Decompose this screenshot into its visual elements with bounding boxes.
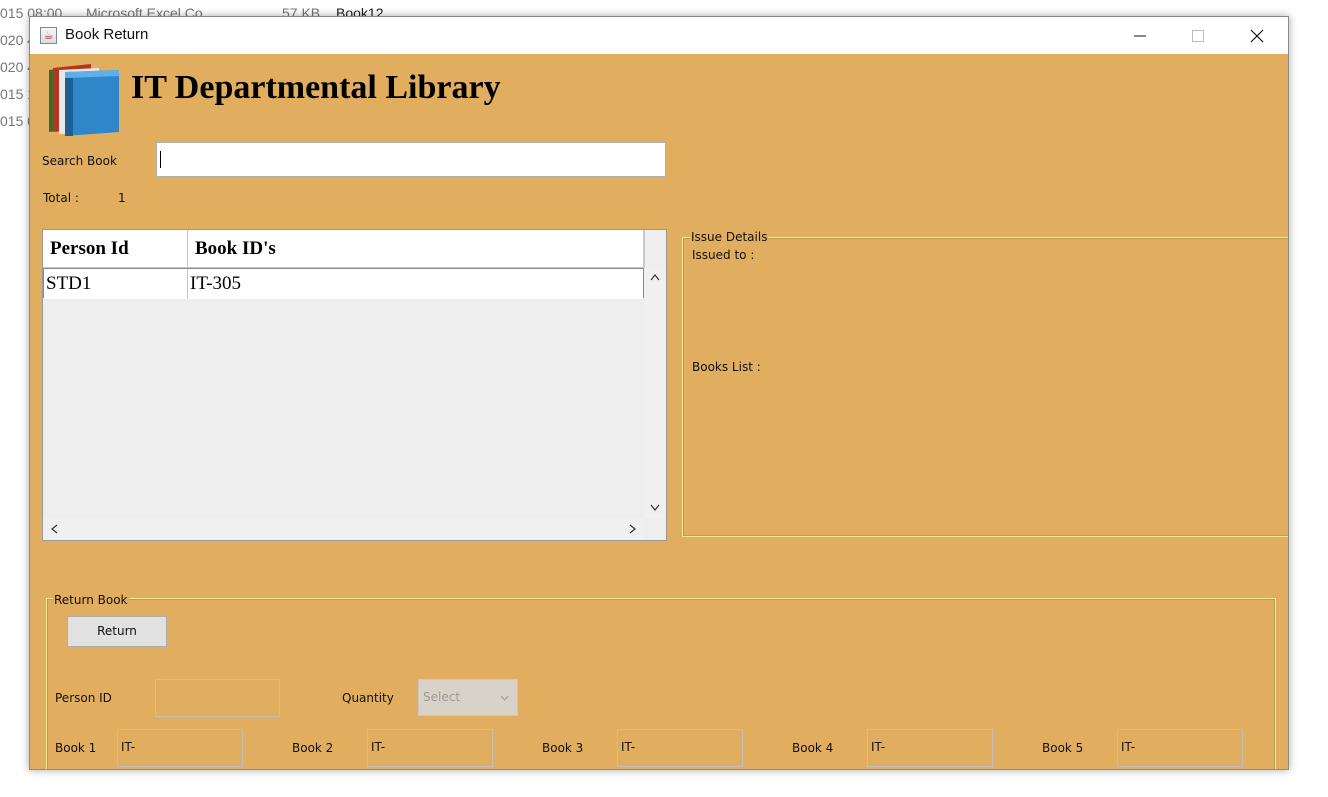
table-row[interactable]: STD1 IT-305 [43,268,644,299]
window-title: Book Return [65,26,149,43]
total-value: 1 [118,191,126,205]
maximize-button[interactable] [1169,17,1227,54]
column-header-person-id[interactable]: Person Id [43,230,188,268]
book2-label: Book 2 [292,741,334,755]
search-label: Search Book [42,154,117,168]
vertical-scrollbar[interactable] [644,268,666,518]
quantity-label: Quantity [342,691,394,705]
book5-field[interactable]: IT- [1117,729,1243,767]
horizontal-scrollbar[interactable] [43,518,644,540]
cell-book-ids[interactable]: IT-305 [188,269,643,299]
book4-label: Book 4 [792,741,834,755]
scroll-down-icon [650,504,660,511]
person-id-label: Person ID [55,691,112,705]
issue-details-panel [682,237,1288,537]
book1-label: Book 1 [55,741,97,755]
book5-label: Book 5 [1042,741,1084,755]
minimize-button[interactable] [1111,17,1169,54]
book1-field[interactable]: IT- [117,729,243,767]
quantity-select[interactable]: Select [418,679,518,716]
scroll-corner [644,518,666,540]
title-bar[interactable]: ☕ Book Return [30,17,1288,54]
scroll-up-icon [650,274,660,281]
books-stack-icon [49,64,119,136]
return-button[interactable]: Return [67,616,167,647]
cell-person-id[interactable]: STD1 [44,269,188,299]
table-header-corner [644,230,666,268]
scroll-right-icon [629,524,636,534]
scroll-left-icon [51,524,58,534]
quantity-selected-value: Select [423,690,461,704]
close-button[interactable] [1228,17,1286,54]
column-header-book-ids[interactable]: Book ID's [188,230,644,268]
issue-details-legend: Issue Details [690,230,769,244]
books-list-label: Books List : [692,360,761,374]
book3-label: Book 3 [542,741,584,755]
issued-books-table[interactable]: Person Id Book ID's STD1 IT-305 [42,229,667,541]
java-cup-icon: ☕ [40,27,57,44]
page-title: IT Departmental Library [131,69,501,106]
chevron-down-icon [500,695,509,701]
return-book-legend: Return Book [53,593,129,607]
book-return-window: ☕ Book Return IT Departmental Library Se… [29,16,1289,770]
issued-to-label: Issued to : [692,248,755,262]
total-label: Total : [43,191,79,205]
search-input[interactable] [156,142,666,177]
book2-field[interactable]: IT- [367,729,493,767]
text-caret [160,151,161,168]
minimize-icon [1134,35,1146,36]
book3-field[interactable]: IT- [617,729,743,767]
book4-field[interactable]: IT- [867,729,993,767]
person-id-field[interactable] [155,679,280,717]
maximize-icon [1192,29,1204,42]
close-icon [1250,29,1264,42]
